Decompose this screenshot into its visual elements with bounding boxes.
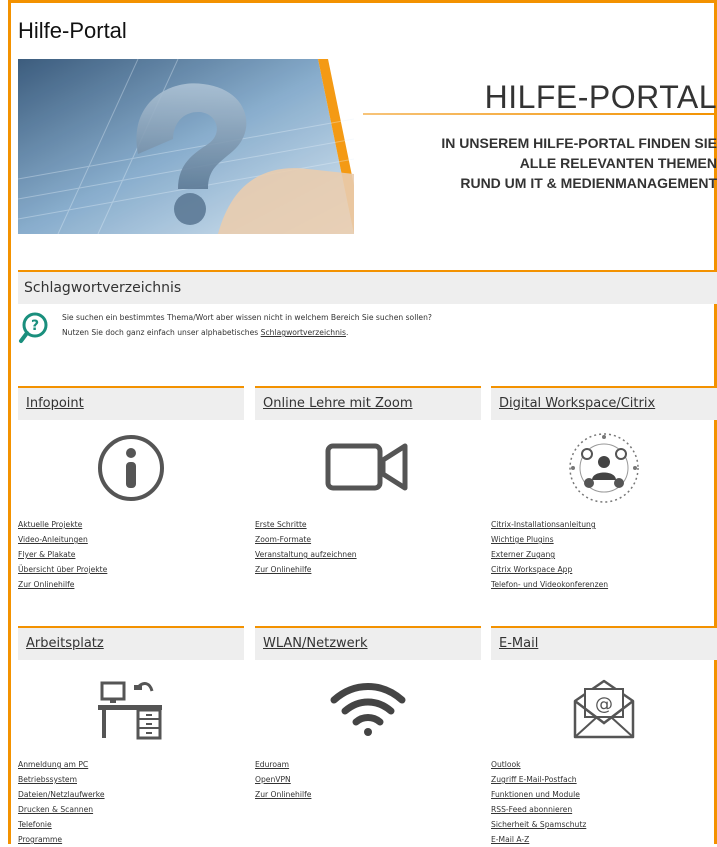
card-title-link[interactable]: Digital Workspace/Citrix <box>499 396 655 411</box>
card-heading: Infopoint <box>18 386 244 420</box>
card-infopoint: Infopoint Aktuelle Projekte Video-Anleit… <box>18 386 244 589</box>
card-link-list: Erste Schritte Zoom-Formate Veranstaltun… <box>255 517 357 577</box>
keyword-line-1: Sie suchen ein bestimmtes Thema/Wort abe… <box>62 313 432 322</box>
page-title: Hilfe-Portal <box>18 18 127 43</box>
card-link-list: Anmeldung am PC Betriebssystem Dateien/N… <box>18 757 105 847</box>
link-zur-onlinehilfe[interactable]: Zur Onlinehilfe <box>18 577 107 592</box>
link-video-anleitungen[interactable]: Video-Anleitungen <box>18 532 107 547</box>
keyword-section: Schlagwortverzeichnis ? Sie suchen ein b… <box>18 270 717 343</box>
link-zoom-formate[interactable]: Zoom-Formate <box>255 532 357 547</box>
link-email-a-z[interactable]: E-Mail A-Z <box>491 832 586 847</box>
card-title-link[interactable]: WLAN/Netzwerk <box>263 636 368 651</box>
link-telefon-videokonferenzen[interactable]: Telefon- und Videokonferenzen <box>491 577 608 592</box>
link-anmeldung-am-pc[interactable]: Anmeldung am PC <box>18 757 105 772</box>
keyword-line-2-prefix: Nutzen Sie doch ganz einfach unser alpha… <box>62 328 259 337</box>
link-citrix-workspace-app[interactable]: Citrix Workspace App <box>491 562 608 577</box>
link-outlook[interactable]: Outlook <box>491 757 586 772</box>
svg-text:?: ? <box>31 318 39 334</box>
link-citrix-installationsanleitung[interactable]: Citrix-Installationsanleitung <box>491 517 608 532</box>
card-heading: Digital Workspace/Citrix <box>491 386 717 420</box>
card-heading: WLAN/Netzwerk <box>255 626 481 660</box>
card-arbeitsplatz: Arbeitsplatz Anmeldung am PC Betriebssys… <box>18 626 244 844</box>
link-telefonie[interactable]: Telefonie <box>18 817 105 832</box>
banner-divider <box>363 113 717 115</box>
card-link-list: Aktuelle Projekte Video-Anleitungen Flye… <box>18 517 107 592</box>
link-zugriff-postfach[interactable]: Zugriff E-Mail-Postfach <box>491 772 586 787</box>
card-link-list: Citrix-Installationsanleitung Wichtige P… <box>491 517 608 592</box>
link-uebersicht-projekte[interactable]: Übersicht über Projekte <box>18 562 107 577</box>
card-title-link[interactable]: Online Lehre mit Zoom <box>263 396 413 411</box>
link-rss-feed[interactable]: RSS-Feed abonnieren <box>491 802 586 817</box>
keyword-description: Sie suchen ein bestimmtes Thema/Wort abe… <box>62 310 432 340</box>
keyword-line-2-suffix: . <box>345 328 349 337</box>
desk-computer-icon[interactable] <box>18 668 244 748</box>
link-dateien-netzlaufwerke[interactable]: Dateien/Netzlaufwerke <box>18 787 105 802</box>
link-wichtige-plugins[interactable]: Wichtige Plugins <box>491 532 608 547</box>
info-icon[interactable] <box>18 428 244 508</box>
card-zoom: Online Lehre mit Zoom Erste Schritte Zoo… <box>255 386 481 574</box>
link-erste-schritte[interactable]: Erste Schritte <box>255 517 357 532</box>
banner-image <box>18 59 354 234</box>
link-veranstaltung-aufzeichnen[interactable]: Veranstaltung aufzeichnen <box>255 547 357 562</box>
keyword-heading: Schlagwortverzeichnis <box>18 270 717 304</box>
hero-banner: HILFE-PORTAL IN UNSEREM HILFE-PORTAL FIN… <box>18 59 717 234</box>
banner-subline: IN UNSEREM HILFE-PORTAL FINDEN SIE ALLE … <box>387 133 717 193</box>
link-zur-onlinehilfe[interactable]: Zur Onlinehilfe <box>255 562 357 577</box>
link-drucken-scannen[interactable]: Drucken & Scannen <box>18 802 105 817</box>
card-link-list: Eduroam OpenVPN Zur Onlinehilfe <box>255 757 311 802</box>
card-wlan: WLAN/Netzwerk Eduroam OpenVPN Zur Online… <box>255 626 481 799</box>
card-title-link[interactable]: Arbeitsplatz <box>26 636 104 651</box>
card-title-link[interactable]: Infopoint <box>26 396 84 411</box>
email-icon[interactable]: @ <box>491 668 717 748</box>
card-title-link[interactable]: E-Mail <box>499 636 538 651</box>
search-question-icon: ? <box>18 312 48 348</box>
card-heading: E-Mail <box>491 626 717 660</box>
workspace-network-icon[interactable] <box>491 428 717 508</box>
banner-subline-1: IN UNSEREM HILFE-PORTAL FINDEN SIE <box>441 135 717 151</box>
banner-subline-2: ALLE RELEVANTEN THEMEN <box>519 155 717 171</box>
link-betriebssystem[interactable]: Betriebssystem <box>18 772 105 787</box>
banner-subline-3: RUND UM IT & MEDIENMANAGEMENT <box>460 175 717 191</box>
card-heading: Online Lehre mit Zoom <box>255 386 481 420</box>
link-aktuelle-projekte[interactable]: Aktuelle Projekte <box>18 517 107 532</box>
keyword-index-link[interactable]: Schlagwortverzeichnis <box>261 328 346 337</box>
link-funktionen-module[interactable]: Funktionen und Module <box>491 787 586 802</box>
link-eduroam[interactable]: Eduroam <box>255 757 311 772</box>
card-link-list: Outlook Zugriff E-Mail-Postfach Funktion… <box>491 757 586 847</box>
banner-heading: HILFE-PORTAL <box>484 79 717 115</box>
link-programme[interactable]: Programme <box>18 832 105 847</box>
keyword-line-2: Nutzen Sie doch ganz einfach unser alpha… <box>62 325 432 340</box>
link-externer-zugang[interactable]: Externer Zugang <box>491 547 608 562</box>
link-sicherheit-spamschutz[interactable]: Sicherheit & Spamschutz <box>491 817 586 832</box>
card-heading: Arbeitsplatz <box>18 626 244 660</box>
wifi-icon[interactable] <box>255 668 481 748</box>
link-flyer-plakate[interactable]: Flyer & Plakate <box>18 547 107 562</box>
svg-text:@: @ <box>595 694 613 715</box>
card-email: E-Mail @ Outlook Zugriff E-Mail-Postfach… <box>491 626 717 844</box>
video-camera-icon[interactable] <box>255 428 481 508</box>
card-citrix: Digital Workspace/Citrix Citrix-Installa… <box>491 386 717 589</box>
link-openvpn[interactable]: OpenVPN <box>255 772 311 787</box>
link-zur-onlinehilfe[interactable]: Zur Onlinehilfe <box>255 787 311 802</box>
